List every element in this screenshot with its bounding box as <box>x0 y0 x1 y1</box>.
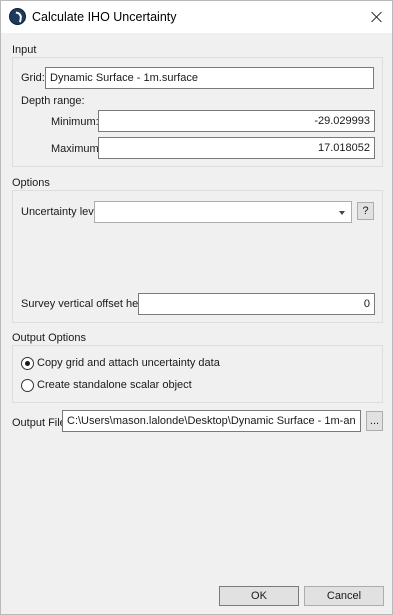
radio-checked-icon[interactable] <box>21 357 34 370</box>
cancel-button[interactable]: Cancel <box>304 586 384 606</box>
minimum-field[interactable] <box>98 110 375 132</box>
ok-button[interactable]: OK <box>219 586 299 606</box>
depth-range-label: Depth range: <box>21 95 85 107</box>
maximum-label: Maximum: <box>51 143 102 155</box>
options-group: Uncertainty level: ? Survey vertical off… <box>12 190 383 323</box>
title-bar[interactable]: Calculate IHO Uncertainty <box>1 1 392 33</box>
dialog-window: Calculate IHO Uncertainty Input Grid: De… <box>0 0 393 615</box>
radio-copy-grid-label: Copy grid and attach uncertainty data <box>37 357 220 369</box>
radio-standalone-scalar-label: Create standalone scalar object <box>37 379 192 391</box>
radio-copy-grid[interactable]: Copy grid and attach uncertainty data <box>21 356 221 372</box>
uncertainty-level-select[interactable] <box>94 201 352 223</box>
options-section-label: Options <box>12 177 50 189</box>
uncertainty-level-label: Uncertainty level: <box>21 206 106 218</box>
grid-field[interactable] <box>45 67 374 89</box>
output-options-section-label: Output Options <box>12 332 86 344</box>
help-button[interactable]: ? <box>357 202 374 220</box>
radio-unchecked-icon[interactable] <box>21 379 34 392</box>
maximum-field[interactable] <box>98 137 375 159</box>
grid-label: Grid: <box>21 72 45 84</box>
survey-offset-field[interactable] <box>138 293 375 315</box>
close-icon[interactable] <box>362 1 392 33</box>
browse-button[interactable]: ... <box>366 411 383 431</box>
radio-standalone-scalar[interactable]: Create standalone scalar object <box>21 378 221 394</box>
input-group: Grid: Depth range: Minimum: Maximum: <box>12 57 383 167</box>
app-logo-icon <box>9 8 26 25</box>
output-file-label: Output File: <box>12 417 69 429</box>
input-section-label: Input <box>12 44 37 56</box>
output-options-group <box>12 345 383 403</box>
window-title: Calculate IHO Uncertainty <box>32 10 177 24</box>
chevron-down-icon <box>339 211 345 215</box>
output-file-field[interactable] <box>62 410 361 432</box>
minimum-label: Minimum: <box>51 116 99 128</box>
